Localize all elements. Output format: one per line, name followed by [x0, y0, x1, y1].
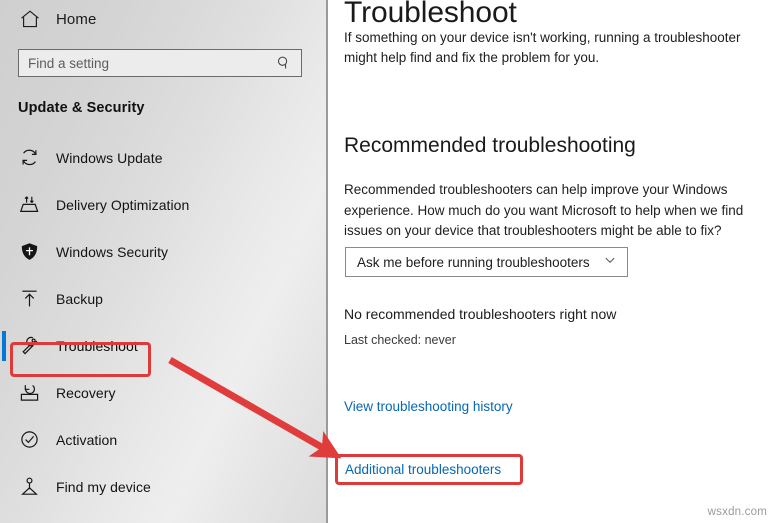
- sidebar-nav-list: Windows Update Delivery Optimization Win…: [0, 146, 326, 522]
- settings-sidebar: Home Update & Security Windows Update: [0, 0, 328, 523]
- sidebar-item-label: Find my device: [56, 478, 151, 495]
- dropdown-selected-value: Ask me before running troubleshooters: [357, 254, 590, 270]
- sidebar-item-label: Activation: [56, 431, 118, 448]
- search-icon[interactable]: [267, 50, 301, 76]
- sidebar-item-label: Windows Update: [56, 149, 163, 166]
- watermark: wsxdn.com: [707, 506, 767, 518]
- wrench-icon: [19, 335, 40, 356]
- sidebar-item-home[interactable]: Home: [0, 0, 310, 38]
- no-recommendations-status: No recommended troubleshooters right now: [344, 306, 617, 322]
- additional-troubleshooters-link[interactable]: Additional troubleshooters: [345, 462, 501, 477]
- recommended-troubleshooting-heading: Recommended troubleshooting: [344, 134, 636, 157]
- sidebar-item-backup[interactable]: Backup: [0, 287, 326, 310]
- search-box[interactable]: [18, 49, 302, 77]
- person-locate-icon: [19, 476, 40, 497]
- sidebar-item-label: Delivery Optimization: [56, 196, 190, 213]
- chevron-down-icon: [603, 253, 617, 272]
- sidebar-item-label: Windows Security: [56, 243, 169, 260]
- view-troubleshooting-history-link[interactable]: View troubleshooting history: [344, 399, 513, 414]
- check-circle-icon: [19, 429, 40, 450]
- sidebar-item-label: Troubleshoot: [56, 337, 138, 354]
- sidebar-item-activation[interactable]: Activation: [0, 428, 326, 451]
- intro-text: If something on your device isn't workin…: [344, 30, 741, 65]
- recommended-troubleshooting-dropdown[interactable]: Ask me before running troubleshooters: [345, 247, 628, 277]
- last-checked-text: Last checked: never: [344, 333, 456, 347]
- sidebar-section-title: Update & Security: [18, 100, 145, 116]
- sidebar-item-troubleshoot[interactable]: Troubleshoot: [0, 331, 326, 361]
- sidebar-item-label: Recovery: [56, 384, 116, 401]
- home-icon: [19, 8, 41, 30]
- recovery-icon: [19, 382, 40, 403]
- upload-arrow-icon: [19, 288, 40, 309]
- refresh-icon: [19, 147, 40, 168]
- page-title: Troubleshoot: [344, 0, 517, 29]
- shield-icon: [19, 241, 40, 262]
- sidebar-item-windows-update[interactable]: Windows Update: [0, 146, 326, 169]
- selection-indicator: [2, 331, 6, 361]
- sidebar-item-windows-security[interactable]: Windows Security: [0, 240, 326, 263]
- sidebar-item-find-my-device[interactable]: Find my device: [0, 475, 326, 498]
- recommended-troubleshooting-description: Recommended troubleshooters can help imp…: [344, 182, 744, 238]
- download-tray-icon: [19, 194, 40, 215]
- troubleshoot-content-pane: Troubleshoot If something on your device…: [330, 0, 775, 523]
- sidebar-item-home-label: Home: [56, 10, 97, 28]
- sidebar-item-delivery-optimization[interactable]: Delivery Optimization: [0, 193, 326, 216]
- sidebar-item-label: Backup: [56, 290, 103, 307]
- sidebar-item-recovery[interactable]: Recovery: [0, 381, 326, 404]
- search-input[interactable]: [19, 49, 268, 77]
